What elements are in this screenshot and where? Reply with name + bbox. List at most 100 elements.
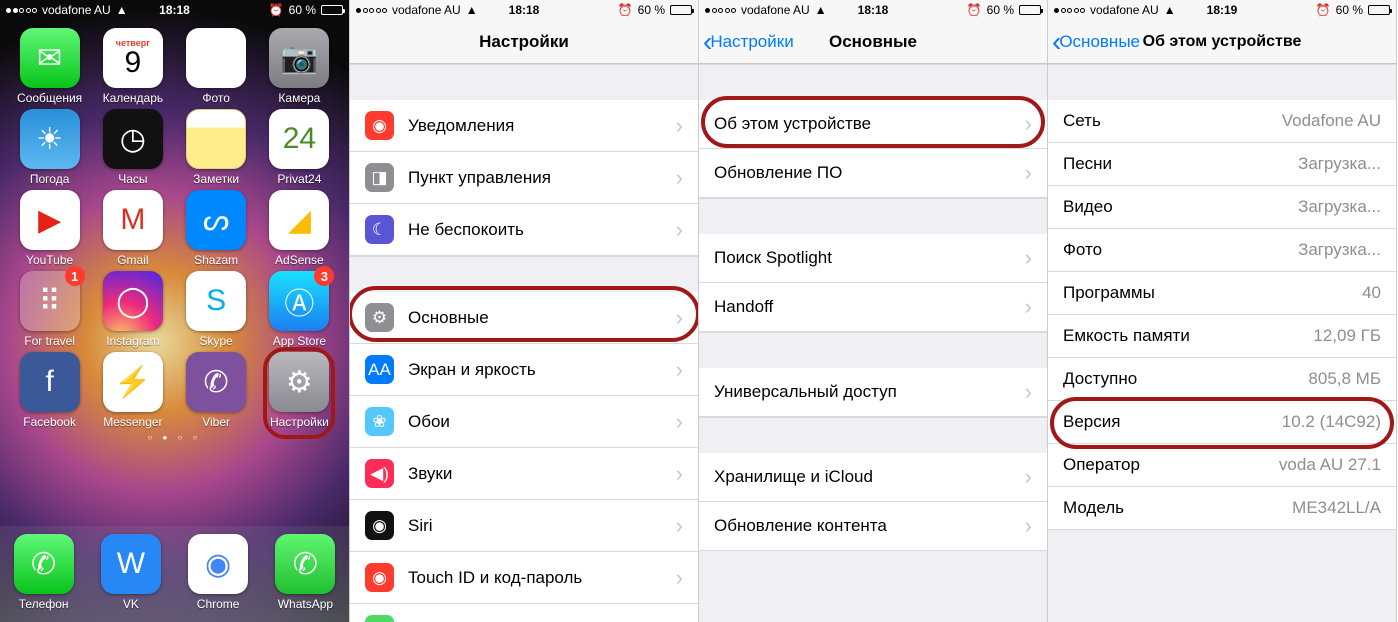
cell-touchid[interactable]: ◉Touch ID и код-пароль› <box>350 552 698 604</box>
badge: 3 <box>314 266 334 286</box>
cell-siri[interactable]: ◉Siri› <box>350 500 698 552</box>
cell-label: Хранилище и iCloud <box>714 467 1017 487</box>
cell-display[interactable]: AA Экран и яркость › <box>350 344 698 396</box>
row-songs: ПесниЗагрузка... <box>1048 143 1396 186</box>
viber-icon: ✆ <box>186 352 246 412</box>
cell-spotlight[interactable]: Поиск Spotlight› <box>699 234 1047 283</box>
chevron-right-icon: › <box>1025 245 1032 271</box>
shazam-icon: ᔕ <box>186 190 246 250</box>
row-value: Vodafone AU <box>1282 111 1381 131</box>
app-skype[interactable]: SSkype <box>176 271 256 348</box>
row-value: 805,8 МБ <box>1308 369 1381 389</box>
cell-about[interactable]: Об этом устройстве› <box>699 100 1047 149</box>
app-label: VK <box>91 597 171 611</box>
chevron-right-icon: › <box>676 165 683 191</box>
battery-icon <box>670 5 692 15</box>
chevron-right-icon: › <box>676 113 683 139</box>
cell-general[interactable]: ⚙Основные› <box>350 292 698 344</box>
back-button[interactable]: ‹Настройки <box>703 26 794 58</box>
app-notes[interactable]: Заметки <box>176 109 256 186</box>
notes-icon <box>186 109 246 169</box>
cell-label: Экран и яркость <box>408 360 668 380</box>
cell-update[interactable]: Обновление ПО› <box>699 149 1047 198</box>
app-messages[interactable]: ✉Сообщения <box>10 28 90 105</box>
cell-accessibility[interactable]: Универсальный доступ› <box>699 368 1047 417</box>
dock-app-vk[interactable]: WVK <box>91 534 171 611</box>
dock-app-chrome[interactable]: ◉Chrome <box>178 534 258 611</box>
app-adsense[interactable]: ◢AdSense <box>259 190 339 267</box>
chevron-right-icon: › <box>676 357 683 383</box>
clock: 18:18 <box>0 3 349 17</box>
app-privat24[interactable]: 24Privat24 <box>259 109 339 186</box>
row-label: Фото <box>1063 240 1298 260</box>
row-label: Емкость памяти <box>1063 326 1313 346</box>
app-messenger[interactable]: ⚡ Messenger <box>93 352 173 429</box>
status-bar: vodafone AU ▲ 18:18 ⏰ 60 % <box>0 0 349 20</box>
cell-control[interactable]: ◨ Пункт управления › <box>350 152 698 204</box>
app-photos[interactable]: ✿Фото <box>176 28 256 105</box>
app-instagram[interactable]: ◯Instagram <box>93 271 173 348</box>
cell-refresh[interactable]: Обновление контента› <box>699 502 1047 551</box>
cell-label: Touch ID и код-пароль <box>408 568 668 588</box>
status-bar: vodafone AU ▲ 18:18 ⏰60 % <box>350 0 698 20</box>
cell-storage[interactable]: Хранилище и iCloud› <box>699 453 1047 502</box>
cell-sounds[interactable]: ◀)Звуки› <box>350 448 698 500</box>
photos-icon: ✿ <box>186 28 246 88</box>
display-icon: AA <box>365 355 394 384</box>
cell-wallpaper[interactable]: ❀Обои› <box>350 396 698 448</box>
cell-dnd[interactable]: ☾Не беспокоить› <box>350 204 698 256</box>
app-app-store[interactable]: Ⓐ3App Store <box>259 271 339 348</box>
app-label: Facebook <box>10 415 90 429</box>
row-label: Программы <box>1063 283 1362 303</box>
app-clock[interactable]: ◷Часы <box>93 109 173 186</box>
status-bar: vodafone AU▲ 18:18 ⏰60 % <box>699 0 1047 20</box>
app-for-travel-folder[interactable]: ⠿1For travel <box>10 271 90 348</box>
dock-app-whatsapp[interactable]: ✆WhatsApp <box>265 534 345 611</box>
app-weather[interactable]: ☀ Погода <box>10 109 90 186</box>
chevron-right-icon: › <box>676 565 683 591</box>
control-icon: ◨ <box>365 163 394 192</box>
cell-label: Звуки <box>408 464 668 484</box>
row-carrier: Операторvoda AU 27.1 <box>1048 444 1396 487</box>
app-label: Gmail <box>93 253 173 267</box>
cell-label: Пункт управления <box>408 168 668 188</box>
app-facebook[interactable]: fFacebook <box>10 352 90 429</box>
app-label: Погода <box>10 172 90 186</box>
general-icon: ⚙ <box>365 303 394 332</box>
row-model: МодельME342LL/A <box>1048 487 1396 530</box>
cell-label: Уведомления <box>408 116 668 136</box>
status-bar: vodafone AU▲ 18:19 ⏰60 % <box>1048 0 1396 20</box>
app-calendar[interactable]: четверг9Календарь <box>93 28 173 105</box>
page-indicator[interactable]: ○ ● ○ ○ <box>0 433 349 442</box>
nav-title: Настройки <box>479 32 569 52</box>
cell-handoff[interactable]: Handoff› <box>699 283 1047 332</box>
dock-app-phone[interactable]: ✆Телефон <box>4 534 84 611</box>
app-label: AdSense <box>259 253 339 267</box>
app-label: Камера <box>259 91 339 105</box>
weather-icon: ☀ <box>20 109 80 169</box>
app-label: Календарь <box>93 91 173 105</box>
app-settings[interactable]: ⚙Настройки <box>259 352 339 429</box>
app-youtube[interactable]: ▶YouTube <box>10 190 90 267</box>
app-viber[interactable]: ✆ Viber <box>176 352 256 429</box>
cell-notif[interactable]: ◉Уведомления› <box>350 100 698 152</box>
battery-icon <box>1019 5 1041 15</box>
app-shazam[interactable]: ᔕShazam <box>176 190 256 267</box>
app-label: Messenger <box>93 415 173 429</box>
app-label: WhatsApp <box>265 597 345 611</box>
app-label: Часы <box>93 172 173 186</box>
back-button[interactable]: ‹Основные <box>1052 26 1140 58</box>
app-gmail[interactable]: MGmail <box>93 190 173 267</box>
sounds-icon: ◀) <box>365 459 394 488</box>
row-version: Версия10.2 (14C92) <box>1048 401 1396 444</box>
app-camera[interactable]: 📷Камера <box>259 28 339 105</box>
row-label: Сеть <box>1063 111 1282 131</box>
nav-bar: ‹Настройки Основные <box>699 20 1047 64</box>
nav-title: Об этом устройстве <box>1143 33 1302 51</box>
row-apps: Программы40 <box>1048 272 1396 315</box>
app-label: Instagram <box>93 334 173 348</box>
app-label: Viber <box>176 415 256 429</box>
cell-battery[interactable]: ▮Аккумулятор› <box>350 604 698 622</box>
messenger-icon: ⚡ <box>103 352 163 412</box>
cell-label: Siri <box>408 516 668 536</box>
